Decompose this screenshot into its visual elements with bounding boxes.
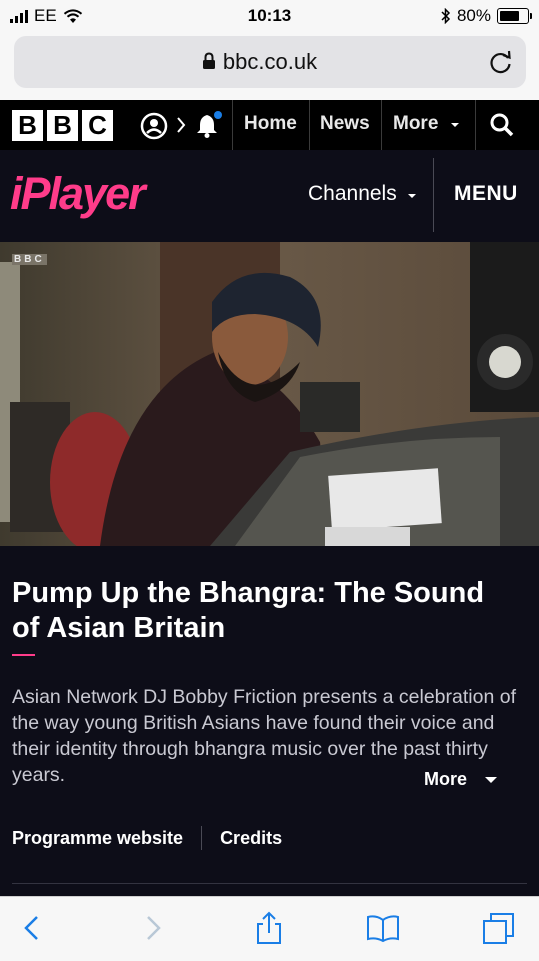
more-toggle[interactable]: More [424, 769, 498, 790]
title-accent-bar [12, 654, 35, 656]
header-divider [433, 158, 434, 232]
browser-address-bar: bbc.co.uk [0, 32, 539, 100]
notification-dot [214, 111, 222, 119]
caret-down-icon [407, 194, 416, 198]
bbc-logo-letter: B [12, 110, 43, 141]
bookmarks-icon[interactable] [366, 911, 400, 945]
menu-button[interactable]: MENU [454, 182, 518, 206]
account-icon[interactable] [140, 112, 168, 140]
nav-news[interactable]: News [320, 113, 370, 135]
back-icon[interactable] [16, 911, 50, 945]
url-field[interactable]: bbc.co.uk [14, 36, 526, 88]
nav-home[interactable]: Home [244, 113, 297, 135]
search-icon[interactable] [489, 112, 515, 138]
bbc-logo-letter: B [47, 110, 78, 141]
browser-toolbar [0, 896, 539, 961]
programme-hero-image[interactable]: BBC [0, 242, 539, 546]
bbc-logo-letter: C [82, 110, 113, 141]
nav-more-label: More [393, 113, 439, 134]
share-icon[interactable] [252, 911, 286, 945]
battery-percent: 80% [456, 6, 491, 25]
bbc-logo[interactable]: B B C [12, 110, 113, 141]
chevron-right-icon [177, 117, 186, 133]
bbc-watermark: BBC [12, 254, 47, 265]
more-label: More [424, 769, 468, 789]
notification-bell-icon[interactable] [193, 110, 223, 140]
status-bar: EE 10:13 80% [0, 0, 539, 32]
nav-more[interactable]: More [393, 113, 460, 135]
link-divider [201, 826, 203, 850]
bluetooth-icon [441, 8, 451, 24]
programme-links: Programme website Credits [12, 826, 282, 850]
watermark-text: BBC [12, 254, 47, 265]
section-divider [12, 883, 527, 884]
iplayer-header: iPlayer Channels MENU [0, 150, 539, 242]
channels-label: Channels [308, 182, 397, 205]
bbc-nav-bar: B B C Home News More [0, 100, 539, 150]
channels-dropdown[interactable]: Channels [308, 182, 417, 206]
battery-fill [500, 11, 520, 21]
tabs-icon[interactable] [482, 911, 516, 945]
caret-down-icon [485, 777, 498, 783]
caret-down-icon [450, 123, 459, 127]
battery-icon [497, 8, 532, 24]
programme-website-link[interactable]: Programme website [12, 828, 183, 849]
reload-icon[interactable] [488, 49, 514, 75]
url-text: bbc.co.uk [222, 49, 318, 74]
status-right: 80% [441, 6, 532, 26]
credits-link[interactable]: Credits [220, 828, 282, 849]
iplayer-logo[interactable]: iPlayer [10, 168, 146, 220]
programme-title: Pump Up the Bhangra: The Sound of Asian … [12, 577, 485, 644]
forward-icon[interactable] [135, 911, 169, 945]
studio-photo [0, 242, 539, 546]
